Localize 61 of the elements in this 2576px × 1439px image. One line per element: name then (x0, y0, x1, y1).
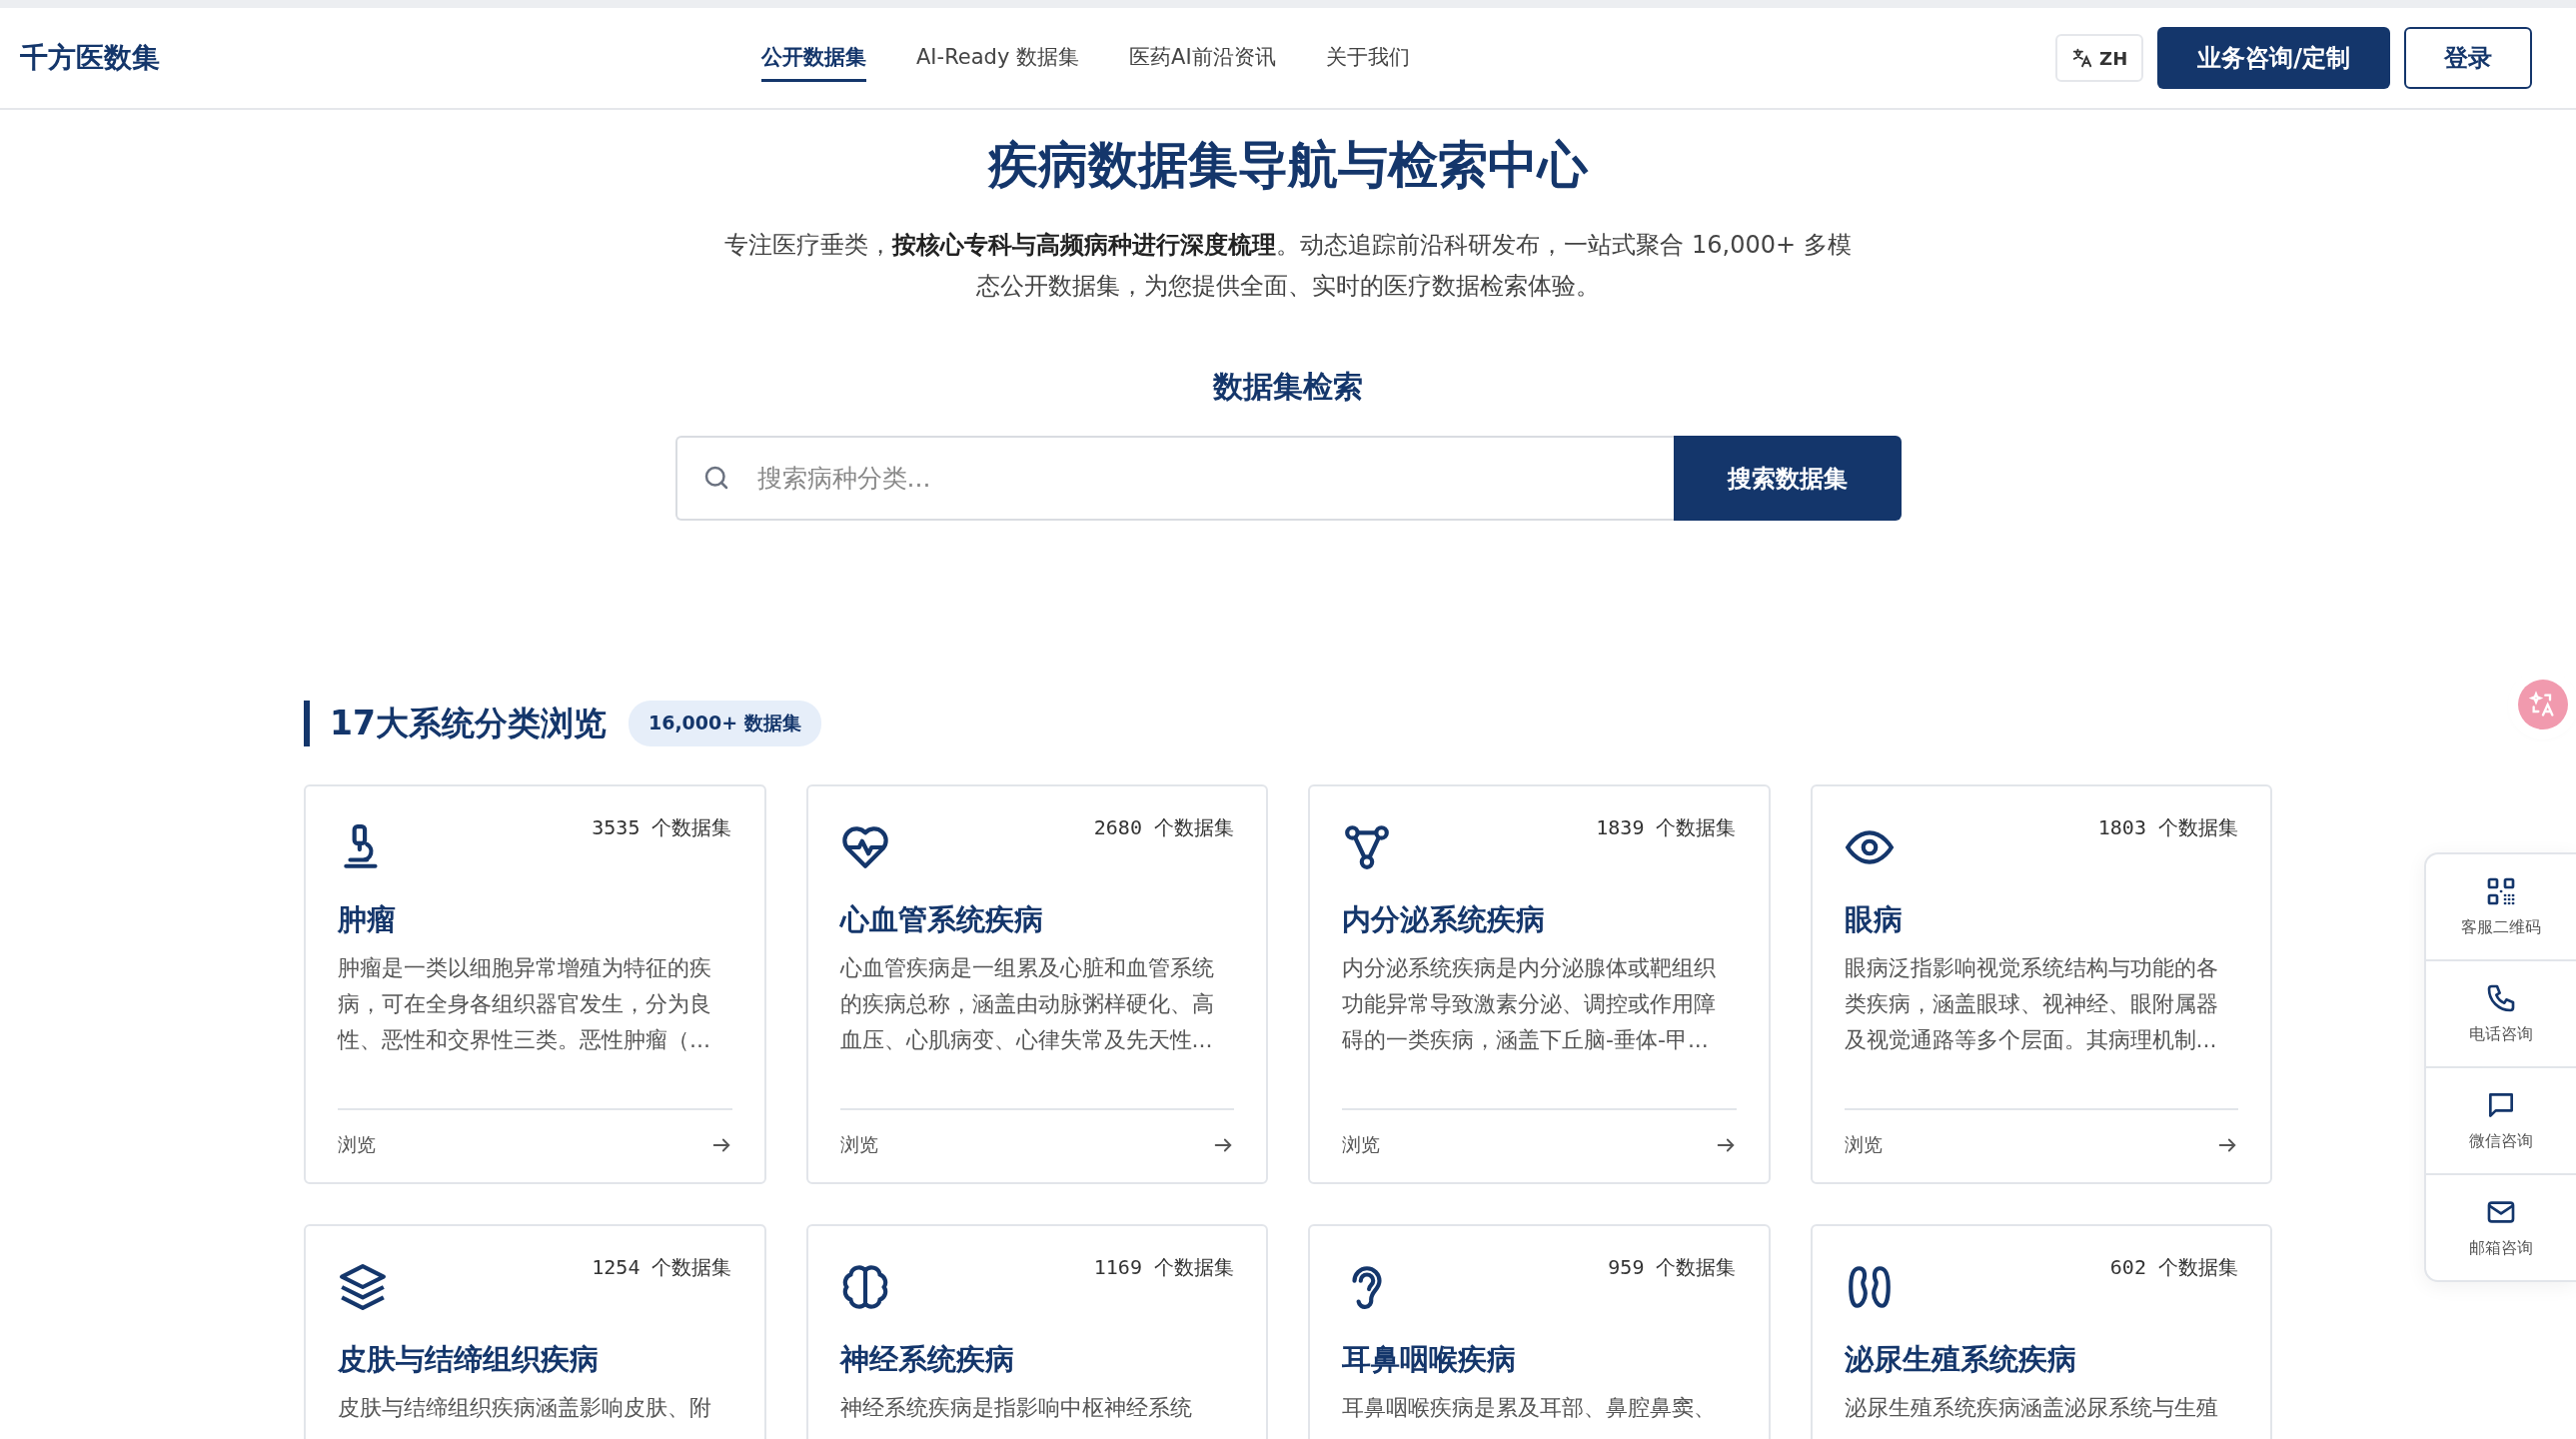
category-card[interactable]: 1254 个数据集 皮肤与结缔组织疾病 皮肤与结缔组织疾病涵盖影响皮肤、附 (304, 1224, 766, 1439)
category-card[interactable]: 1169 个数据集 神经系统疾病 神经系统疾病是指影响中枢神经系统 (805, 1224, 1268, 1439)
dataset-count: 959 个数据集 (1608, 1254, 1737, 1281)
category-description: 耳鼻咽喉疾病是累及耳部、鼻腔鼻窦、 (1342, 1394, 1717, 1422)
layers-icon (338, 1262, 388, 1312)
language-button[interactable]: ZH (2055, 34, 2144, 82)
site-logo[interactable]: 千方医数集 (20, 39, 160, 77)
browse-link[interactable]: 浏览 (839, 1132, 878, 1158)
dataset-count: 1169 个数据集 (1093, 1254, 1234, 1281)
nav-tab[interactable]: 医药AI前沿资讯 (1129, 34, 1276, 82)
nav-tab[interactable]: AI-Ready 数据集 (916, 34, 1079, 82)
dataset-count-badge: 16,000+ 数据集 (628, 701, 821, 746)
category-description: 泌尿生殖系统疾病涵盖泌尿系统与生殖 (1844, 1394, 2219, 1422)
category-name: 心血管系统疾病 (839, 901, 1044, 938)
category-name: 神经系统疾病 (839, 1341, 1015, 1378)
translate-icon (2071, 47, 2094, 69)
category-card[interactable]: 959 个数据集 耳鼻咽喉疾病 耳鼻咽喉疾病是累及耳部、鼻腔鼻窦、 (1308, 1224, 1771, 1439)
qr-code-icon (2485, 875, 2517, 907)
category-description: 心血管疾病是一组累及心脏和血管系统的疾病总称，涵盖由动脉粥样硬化、高血压、心肌病变、心律失常及先天性... (839, 954, 1215, 1054)
dataset-count: 3535 个数据集 (592, 814, 732, 841)
nav-tab[interactable]: 公开数据集 (761, 34, 866, 82)
category-description: 神经系统疾病是指影响中枢神经系统 (839, 1394, 1193, 1422)
category-name: 耳鼻咽喉疾病 (1342, 1341, 1517, 1378)
category-card[interactable]: 3535 个数据集 肿瘤 肿瘤是一类以细胞异常增殖为特征的疾病，可在全身各组织器官发生，分为良性、恶性和交界性三类。恶性肿瘤（... 浏览 (304, 784, 766, 1184)
intro-paragraph: 专注医疗垂类，按核心专科与高频病种进行深度梳理。动态追踪前沿科研发布，一站式聚合 16,000+ 多模态公开数据集，为您提供全面、实时的医疗数据检索体验。 (723, 230, 1853, 302)
category-description: 皮肤与结缔组织疾病涵盖影响皮肤、附 (338, 1394, 712, 1422)
search-heading: 数据集检索 (1213, 368, 1363, 406)
page-title: 疾病数据集导航与检索中心 (988, 135, 1588, 196)
contact-item[interactable]: 邮箱咨询 (2426, 1175, 2576, 1280)
browse-link[interactable]: 浏览 (338, 1132, 376, 1158)
dataset-count: 1254 个数据集 (592, 1254, 732, 1281)
dataset-count: 2680 个数据集 (1093, 814, 1234, 841)
nav-tab[interactable]: 关于我们 (1325, 34, 1410, 82)
category-description: 眼病泛指影响视觉系统结构与功能的各类疾病，涵盖眼球、视神经、眼附属器及视觉通路等多个层面。其病理机制... (1844, 954, 2219, 1054)
dataset-count: 1803 个数据集 (2097, 814, 2238, 841)
consult-button[interactable]: 业务咨询/定制 (2157, 27, 2390, 89)
category-name: 眼病 (1844, 901, 1904, 938)
category-description: 肿瘤是一类以细胞异常增殖为特征的疾病，可在全身各组织器官发生，分为良性、恶性和交界性三类。恶性肿瘤（... (338, 954, 712, 1054)
search-button[interactable]: 搜索数据集 (1673, 436, 1902, 521)
category-card[interactable]: 602 个数据集 泌尿生殖系统疾病 泌尿生殖系统疾病涵盖泌尿系统与生殖 (1810, 1224, 2272, 1439)
category-name: 皮肤与结缔组织疾病 (338, 1341, 600, 1378)
category-card[interactable]: 1803 个数据集 眼病 眼病泛指影响视觉系统结构与功能的各类疾病，涵盖眼球、视神经、眼附属器及视觉通路等多个层面。其病理机制... 浏览 (1810, 784, 2272, 1184)
phone-icon (2485, 982, 2517, 1014)
browse-link[interactable]: 浏览 (1844, 1132, 1883, 1158)
category-name: 泌尿生殖系统疾病 (1844, 1341, 2077, 1378)
category-card[interactable]: 1839 个数据集 内分泌系统疾病 内分泌系统疾病是内分泌腺体或靶组织功能异常导致激素分泌、调控或作用障碍的一类疾病，涵盖下丘脑-垂体-甲... 浏览 (1308, 784, 1771, 1184)
section-title: 17大系统分类浏览 (330, 702, 607, 744)
login-button[interactable]: 登录 (2404, 27, 2532, 89)
dataset-count: 1839 个数据集 (1596, 814, 1737, 841)
category-name: 内分泌系统疾病 (1342, 901, 1546, 938)
search-field[interactable]: 搜索病种分类... (674, 436, 1674, 521)
dataset-count: 602 个数据集 (2109, 1254, 2238, 1281)
translate-icon (2529, 691, 2557, 719)
category-description: 内分泌系统疾病是内分泌腺体或靶组织功能异常导致激素分泌、调控或作用障碍的一类疾病，涵盖下丘脑-垂体-甲... (1342, 954, 1717, 1054)
network-nodes-icon (1342, 822, 1392, 872)
category-name: 肿瘤 (338, 901, 397, 938)
contact-item[interactable]: 客服二维码 (2426, 854, 2576, 961)
contact-item[interactable]: 微信咨询 (2426, 1068, 2576, 1175)
category-card[interactable]: 2680 个数据集 心血管系统疾病 心血管疾病是一组累及心脏和血管系统的疾病总称，涵盖由动脉粥样硬化、高血压、心肌病变、心律失常及先天性... 浏览 (805, 784, 1268, 1184)
contact-item[interactable]: 电话咨询 (2426, 961, 2576, 1068)
browse-link[interactable]: 浏览 (1342, 1132, 1380, 1158)
